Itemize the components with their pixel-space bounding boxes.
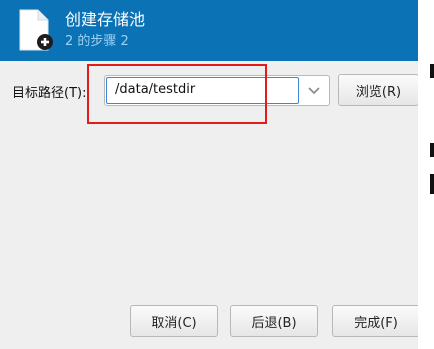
dialog-header: 创建存储池 2 的步骤 2 xyxy=(0,0,418,61)
new-storage-pool-icon xyxy=(16,8,56,54)
dialog-title: 创建存储池 xyxy=(65,10,146,29)
step-indicator: 2 的步骤 2 xyxy=(65,34,129,49)
annotation-highlight-box xyxy=(87,64,267,124)
cancel-button[interactable]: 取消(C) xyxy=(130,305,218,337)
edge-mark-3 xyxy=(430,174,434,194)
chevron-down-icon[interactable] xyxy=(299,76,329,105)
target-path-label: 目标路径(T): xyxy=(12,86,87,101)
browse-button[interactable]: 浏览(R) xyxy=(338,74,419,106)
finish-button[interactable]: 完成(F) xyxy=(332,305,420,337)
create-storage-pool-dialog: 创建存储池 2 的步骤 2 目标路径(T): /data/testdir 浏览(… xyxy=(0,0,434,349)
edge-mark-1 xyxy=(430,64,434,78)
edge-mark-2 xyxy=(430,143,434,157)
back-button[interactable]: 后退(B) xyxy=(230,305,318,337)
